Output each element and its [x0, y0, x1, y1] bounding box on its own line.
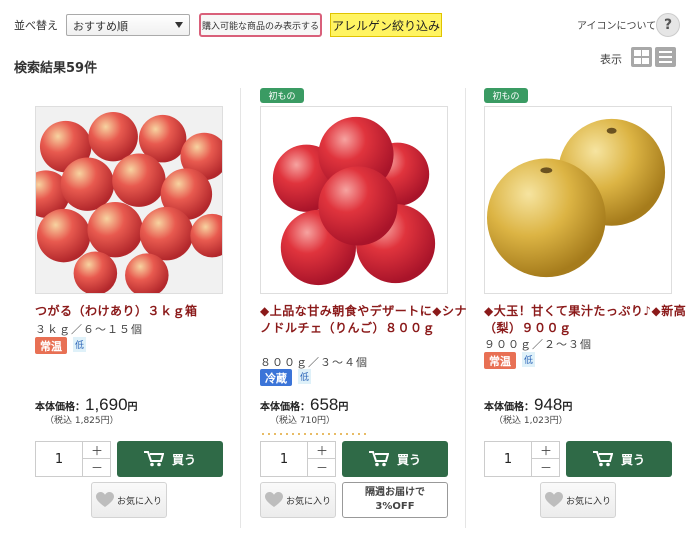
- quantity-input[interactable]: 1: [485, 442, 531, 476]
- price-value: 658: [310, 395, 339, 414]
- icon-about-link[interactable]: アイコンについて: [577, 17, 656, 32]
- product-card: つがる（わけあり）３ｋｇ箱 ３ｋｇ／６～１５個 常温 低 本体価格：1,690円…: [35, 84, 245, 529]
- allergen-filter-button[interactable]: アレルゲン絞り込み: [330, 13, 442, 37]
- favorite-label: お気に入り: [285, 496, 331, 507]
- price-yen: 円: [127, 402, 138, 413]
- low-tag: 低: [298, 369, 312, 384]
- low-tag: 低: [73, 337, 87, 352]
- temperature-tag: 常温: [484, 352, 516, 369]
- temperature-tag: 常温: [35, 337, 67, 354]
- buy-button[interactable]: 買う: [342, 441, 448, 477]
- price-with-tax: （税込 710円）: [270, 416, 336, 426]
- favorite-label: お気に入り: [116, 496, 162, 507]
- quantity-minus-button[interactable]: －: [307, 459, 336, 476]
- buy-label: 買う: [171, 452, 196, 467]
- chevron-down-icon: [175, 22, 183, 28]
- quantity-minus-button[interactable]: －: [82, 459, 111, 476]
- price-label: 本体価格：: [484, 402, 534, 413]
- product-spec: ８００ｇ／３～４個: [260, 356, 368, 369]
- quantity-plus-button[interactable]: ＋: [531, 442, 560, 459]
- product-card: 初もの ◆大玉！甘くて果汁たっぷり♪◆新高（梨）９００ｇ ９００ｇ／２～３個 常…: [484, 84, 694, 529]
- product-spec: ３ｋｇ／６～１５個: [35, 323, 143, 336]
- product-image[interactable]: [484, 106, 672, 294]
- temperature-tag: 冷蔵: [260, 369, 292, 386]
- price-label: 本体価格：: [260, 402, 310, 413]
- price: 本体価格：658円: [260, 395, 348, 415]
- dotted-divider: [260, 432, 370, 436]
- price: 本体価格：1,690円: [35, 395, 138, 415]
- price-value: 1,690: [85, 395, 128, 414]
- sort-select[interactable]: おすすめ順: [66, 14, 190, 36]
- biweekly-line1: 隔週お届けで: [365, 487, 425, 498]
- product-name[interactable]: ◆上品な甘み朝食やデザートに◆シナノドルチェ（りんご）８００ｇ: [260, 303, 470, 337]
- price-label: 本体価格：: [35, 402, 85, 413]
- product-name[interactable]: ◆大玉！甘くて果汁たっぷり♪◆新高（梨）９００ｇ: [484, 303, 694, 337]
- display-label: 表示: [600, 53, 622, 66]
- product-image[interactable]: [35, 106, 223, 294]
- purchasable-only-button[interactable]: 購入可能な商品のみ表示する: [199, 13, 322, 37]
- cart-icon: [592, 451, 613, 467]
- price: 本体価格：948円: [484, 395, 572, 415]
- quantity-input[interactable]: 1: [261, 442, 307, 476]
- price-yen: 円: [562, 402, 573, 413]
- quantity-plus-button[interactable]: ＋: [307, 442, 336, 459]
- cart-icon: [143, 451, 164, 467]
- price-value: 948: [534, 395, 563, 414]
- product-spec: ９００ｇ／２～３個: [484, 338, 592, 351]
- cart-icon: [368, 451, 389, 467]
- new-badge: 初もの: [484, 88, 528, 103]
- quantity-plus-button[interactable]: ＋: [82, 442, 111, 459]
- price-with-tax: （税込 1,023円）: [494, 416, 568, 426]
- price-yen: 円: [338, 402, 349, 413]
- heart-icon: [95, 492, 114, 507]
- quantity-input[interactable]: 1: [36, 442, 82, 476]
- low-tag: 低: [522, 352, 536, 367]
- favorite-label: お気に入り: [565, 496, 611, 507]
- heart-icon: [544, 492, 563, 507]
- list-view-icon[interactable]: [655, 47, 676, 67]
- favorite-button[interactable]: お気に入り: [540, 482, 616, 518]
- buy-label: 買う: [396, 452, 421, 467]
- product-image[interactable]: [260, 106, 448, 294]
- biweekly-delivery-button[interactable]: 隔週お届けで 3%OFF: [342, 482, 448, 518]
- product-name[interactable]: つがる（わけあり）３ｋｇ箱: [35, 303, 245, 320]
- buy-button[interactable]: 買う: [117, 441, 223, 477]
- sort-label: 並べ替え: [14, 19, 58, 32]
- product-card: 初もの ◆上品な甘み朝食やデザートに◆シナノドルチェ（りんご）８００ｇ ８００ｇ…: [260, 84, 470, 529]
- quantity-stepper: 1 ＋ －: [35, 441, 111, 477]
- favorite-button[interactable]: お気に入り: [91, 482, 167, 518]
- quantity-stepper: 1 ＋ －: [260, 441, 336, 477]
- heart-icon: [264, 492, 283, 507]
- favorite-button[interactable]: お気に入り: [260, 482, 336, 518]
- quantity-stepper: 1 ＋ －: [484, 441, 560, 477]
- price-with-tax: （税込 1,825円）: [45, 416, 119, 426]
- quantity-minus-button[interactable]: －: [531, 459, 560, 476]
- biweekly-line2: 3%OFF: [375, 501, 415, 512]
- buy-button[interactable]: 買う: [566, 441, 672, 477]
- buy-label: 買う: [620, 452, 645, 467]
- result-count: 検索結果59件: [14, 61, 98, 76]
- help-icon[interactable]: ?: [656, 13, 680, 37]
- grid-view-icon[interactable]: [631, 47, 652, 67]
- sort-select-value: おすすめ順: [73, 20, 128, 33]
- new-badge: 初もの: [260, 88, 304, 103]
